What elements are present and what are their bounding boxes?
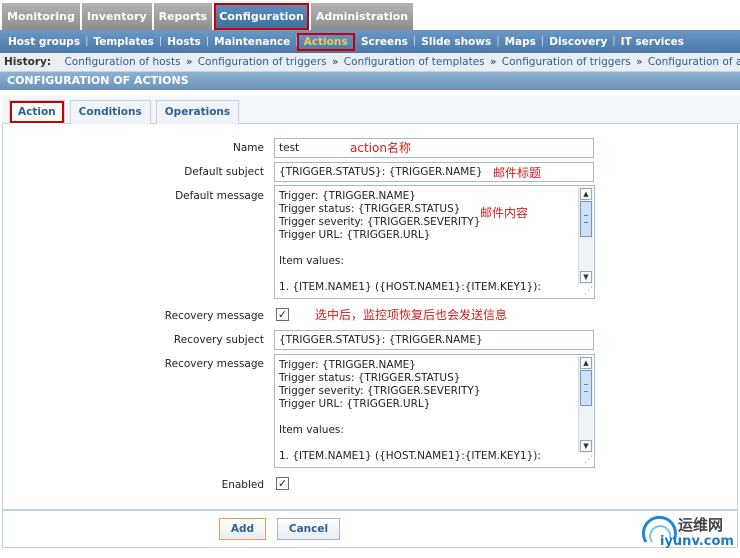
history-link[interactable]: Configuration of templates (344, 56, 485, 68)
history-link[interactable]: Configuration of actions (648, 56, 740, 68)
tab-action[interactable]: Action (9, 100, 65, 124)
message-line (279, 411, 574, 424)
recovery-body-label: Recovery message (164, 358, 264, 370)
default-message-textarea[interactable]: Trigger: {TRIGGER.NAME} Trigger status: … (274, 185, 595, 299)
scroll-down-icon[interactable]: ▼ (580, 271, 592, 283)
tab-reports[interactable]: Reports (153, 3, 213, 30)
resize-grip-icon[interactable]: ⋰ (581, 285, 593, 297)
form-tabs: Action Conditions Operations (2, 96, 740, 124)
form-footer: Add Cancel (2, 510, 738, 548)
tab-operations[interactable]: Operations (155, 100, 240, 124)
resize-grip-icon[interactable]: ⋰ (581, 454, 593, 466)
message-line: Trigger: {TRIGGER.NAME} (279, 359, 416, 371)
default-subject-input[interactable]: {TRIGGER.STATUS}: {TRIGGER.NAME} (274, 162, 594, 182)
default-subject-label: Default subject (184, 166, 264, 178)
scroll-thumb[interactable] (580, 201, 592, 237)
subject-annotation: 邮件标题 (493, 166, 542, 180)
watermark-text: 运维网 (678, 516, 724, 534)
enabled-label: Enabled (221, 479, 264, 491)
tab-monitoring[interactable]: Monitoring (2, 3, 80, 30)
message-line: Trigger URL: {TRIGGER.URL} (279, 398, 431, 410)
history-link[interactable]: Configuration of triggers (502, 56, 631, 68)
main-nav: Monitoring Inventory Reports Configurati… (0, 0, 740, 30)
name-input[interactable]: test (274, 138, 594, 158)
name-label: Name (233, 142, 264, 154)
recovery-subject-label: Recovery subject (173, 334, 264, 346)
cancel-button[interactable]: Cancel (277, 518, 340, 540)
name-annotation: action名称 (350, 141, 411, 155)
recovery-message-label: Recovery message (164, 310, 264, 322)
watermark-logo: 运维网 iyunv.com (640, 512, 740, 554)
add-button[interactable]: Add (219, 518, 266, 540)
subnav-actions[interactable]: Actions (296, 32, 355, 51)
tab-conditions[interactable]: Conditions (69, 100, 151, 124)
subnav-host-groups[interactable]: Host groups (4, 36, 84, 48)
sub-nav: Host groups | Templates | Hosts | Maintenan… (0, 30, 740, 53)
history-link[interactable]: Configuration of hosts (64, 56, 180, 68)
message-line: Trigger URL: {TRIGGER.URL} (279, 229, 431, 241)
message-line: Trigger status: {TRIGGER.STATUS} (279, 203, 461, 215)
subnav-hosts[interactable]: Hosts (163, 36, 205, 48)
message-annotation: 邮件内容 (480, 206, 529, 220)
subnav-templates[interactable]: Templates (89, 36, 157, 48)
default-message-label: Default message (175, 190, 264, 202)
subnav-slide-shows[interactable]: Slide shows (417, 36, 495, 48)
textarea-scrollbar[interactable]: ▲ ▼ (578, 356, 593, 453)
scroll-up-icon[interactable]: ▲ (580, 357, 592, 369)
message-line: Trigger severity: {TRIGGER.SEVERITY} (279, 216, 481, 228)
subnav-maps[interactable]: Maps (501, 36, 540, 48)
recovery-message-textarea[interactable]: Trigger: {TRIGGER.NAME} Trigger status: … (274, 354, 595, 468)
message-line (279, 242, 574, 255)
message-line: 1. {ITEM.NAME1} ({HOST.NAME1}:{ITEM.KEY1… (279, 281, 541, 293)
message-line: 1. {ITEM.NAME1} ({HOST.NAME1}:{ITEM.KEY1… (279, 450, 541, 462)
message-line: Trigger severity: {TRIGGER.SEVERITY} (279, 385, 481, 397)
history-label: History: (4, 56, 52, 68)
history-link[interactable]: Configuration of triggers (198, 56, 327, 68)
scroll-up-icon[interactable]: ▲ (580, 188, 592, 200)
scroll-down-icon[interactable]: ▼ (580, 440, 592, 452)
subnav-maintenance[interactable]: Maintenance (210, 36, 294, 48)
message-line: Item values: (279, 424, 344, 436)
message-line: Trigger: {TRIGGER.NAME} (279, 190, 416, 202)
tab-inventory[interactable]: Inventory (81, 3, 152, 30)
watermark-domain: iyunv.com (660, 534, 734, 549)
subnav-screens[interactable]: Screens (357, 36, 412, 48)
page-title: CONFIGURATION OF ACTIONS (0, 72, 740, 90)
message-line (279, 437, 574, 450)
history-breadcrumb: History: Configuration of hosts » Config… (0, 53, 740, 72)
message-line: Item values: (279, 255, 344, 267)
enabled-checkbox[interactable]: ✓ (276, 477, 289, 490)
subnav-it-services[interactable]: IT services (617, 36, 688, 48)
tab-administration[interactable]: Administration (310, 3, 414, 30)
recovery-subject-input[interactable]: {TRIGGER.STATUS}: {TRIGGER.NAME} (274, 330, 594, 350)
scroll-thumb[interactable] (580, 370, 592, 406)
textarea-scrollbar[interactable]: ▲ ▼ (578, 187, 593, 284)
tab-configuration[interactable]: Configuration (214, 3, 309, 30)
message-line: Trigger status: {TRIGGER.STATUS} (279, 372, 461, 384)
subnav-discovery[interactable]: Discovery (545, 36, 611, 48)
recovery-message-checkbox[interactable]: ✓ (276, 308, 289, 321)
recovery-annotation: 选中后，监控项恢复后也会发送信息 (315, 308, 508, 322)
message-line (279, 268, 574, 281)
